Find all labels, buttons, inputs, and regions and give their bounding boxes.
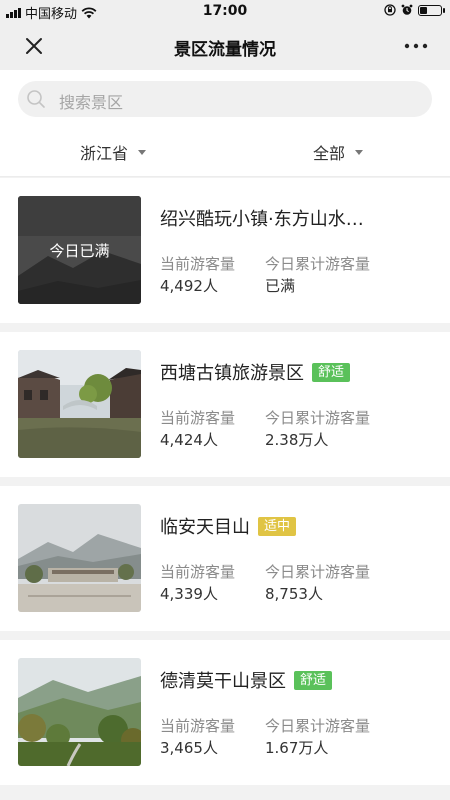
alarm-icon xyxy=(401,4,413,15)
current-visitors-value: 4,424人 xyxy=(160,431,218,449)
category-filter-label: 全部 xyxy=(313,144,346,163)
scenic-spot-thumbnail: 今日已满 xyxy=(18,196,141,304)
scenic-spot-name: 临安天目山 xyxy=(160,517,250,538)
comfort-badge: 适中 xyxy=(258,516,297,536)
full-overlay-label: 今日已满 xyxy=(49,242,110,260)
today-visitors-value: 8,753人 xyxy=(265,585,323,603)
scenic-spot-thumbnail xyxy=(18,504,141,612)
current-visitors-label: 当前游客量 xyxy=(160,409,236,427)
scenic-spot-name: 绍兴酷玩小镇·东方山水… xyxy=(160,209,364,230)
page-title: 景区流量情况 xyxy=(174,40,276,60)
scenic-spot-card[interactable]: 德清莫干山景区 舒适 当前游客量 今日累计游客量 3,465人 1.67万人 xyxy=(0,640,450,785)
more-options-icon[interactable] xyxy=(402,34,430,58)
nav-bar: 景区流量情况 xyxy=(0,22,450,70)
today-visitors-label: 今日累计游客量 xyxy=(265,563,371,581)
province-filter-label: 浙江省 xyxy=(80,144,129,163)
current-visitors-label: 当前游客量 xyxy=(160,717,236,735)
clock-time: 17:00 xyxy=(202,3,248,19)
scenic-spot-card[interactable]: 临安天目山 适中 当前游客量 今日累计游客量 4,339人 8,753人 xyxy=(0,486,450,631)
category-filter[interactable]: 全部 xyxy=(313,140,364,164)
today-visitors-value: 已满 xyxy=(265,277,296,295)
current-visitors-label: 当前游客量 xyxy=(160,563,236,581)
search-input[interactable]: 搜索景区 xyxy=(18,81,432,117)
scenic-spot-thumbnail xyxy=(18,658,141,766)
search-section: 搜索景区 xyxy=(0,70,450,130)
today-visitors-label: 今日累计游客量 xyxy=(265,409,371,427)
today-visitors-value: 1.67万人 xyxy=(265,739,329,757)
province-filter[interactable]: 浙江省 xyxy=(80,140,147,164)
current-visitors-label: 当前游客量 xyxy=(160,255,236,273)
current-visitors-value: 4,492人 xyxy=(160,277,218,295)
caret-down-icon xyxy=(355,149,364,155)
scenic-spot-name: 西塘古镇旅游景区 xyxy=(160,363,304,384)
today-visitors-label: 今日累计游客量 xyxy=(265,717,371,735)
scenic-spot-name: 德清莫干山景区 xyxy=(160,671,286,692)
scenic-spot-card[interactable]: 今日已满 绍兴酷玩小镇·东方山水… 当前游客量 今日累计游客量 4,492人 已… xyxy=(0,178,450,323)
status-bar: 中国移动 17:00 xyxy=(0,0,450,22)
today-visitors-label: 今日累计游客量 xyxy=(265,255,371,273)
battery-icon xyxy=(418,4,445,16)
scenic-spot-card[interactable]: 西塘古镇旅游景区 舒适 当前游客量 今日累计游客量 4,424人 2.38万人 xyxy=(0,332,450,477)
scenic-spot-thumbnail xyxy=(18,350,141,458)
current-visitors-value: 4,339人 xyxy=(160,585,218,603)
comfort-badge: 舒适 xyxy=(294,670,333,690)
today-visitors-value: 2.38万人 xyxy=(265,431,329,449)
search-placeholder: 搜索景区 xyxy=(59,93,124,112)
comfort-badge: 舒适 xyxy=(312,362,351,382)
search-icon xyxy=(27,90,45,108)
filter-bar: 浙江省 全部 xyxy=(0,130,450,177)
status-icons xyxy=(384,4,445,16)
rotation-lock-icon xyxy=(384,4,396,16)
current-visitors-value: 3,465人 xyxy=(160,739,218,757)
caret-down-icon xyxy=(138,149,147,155)
